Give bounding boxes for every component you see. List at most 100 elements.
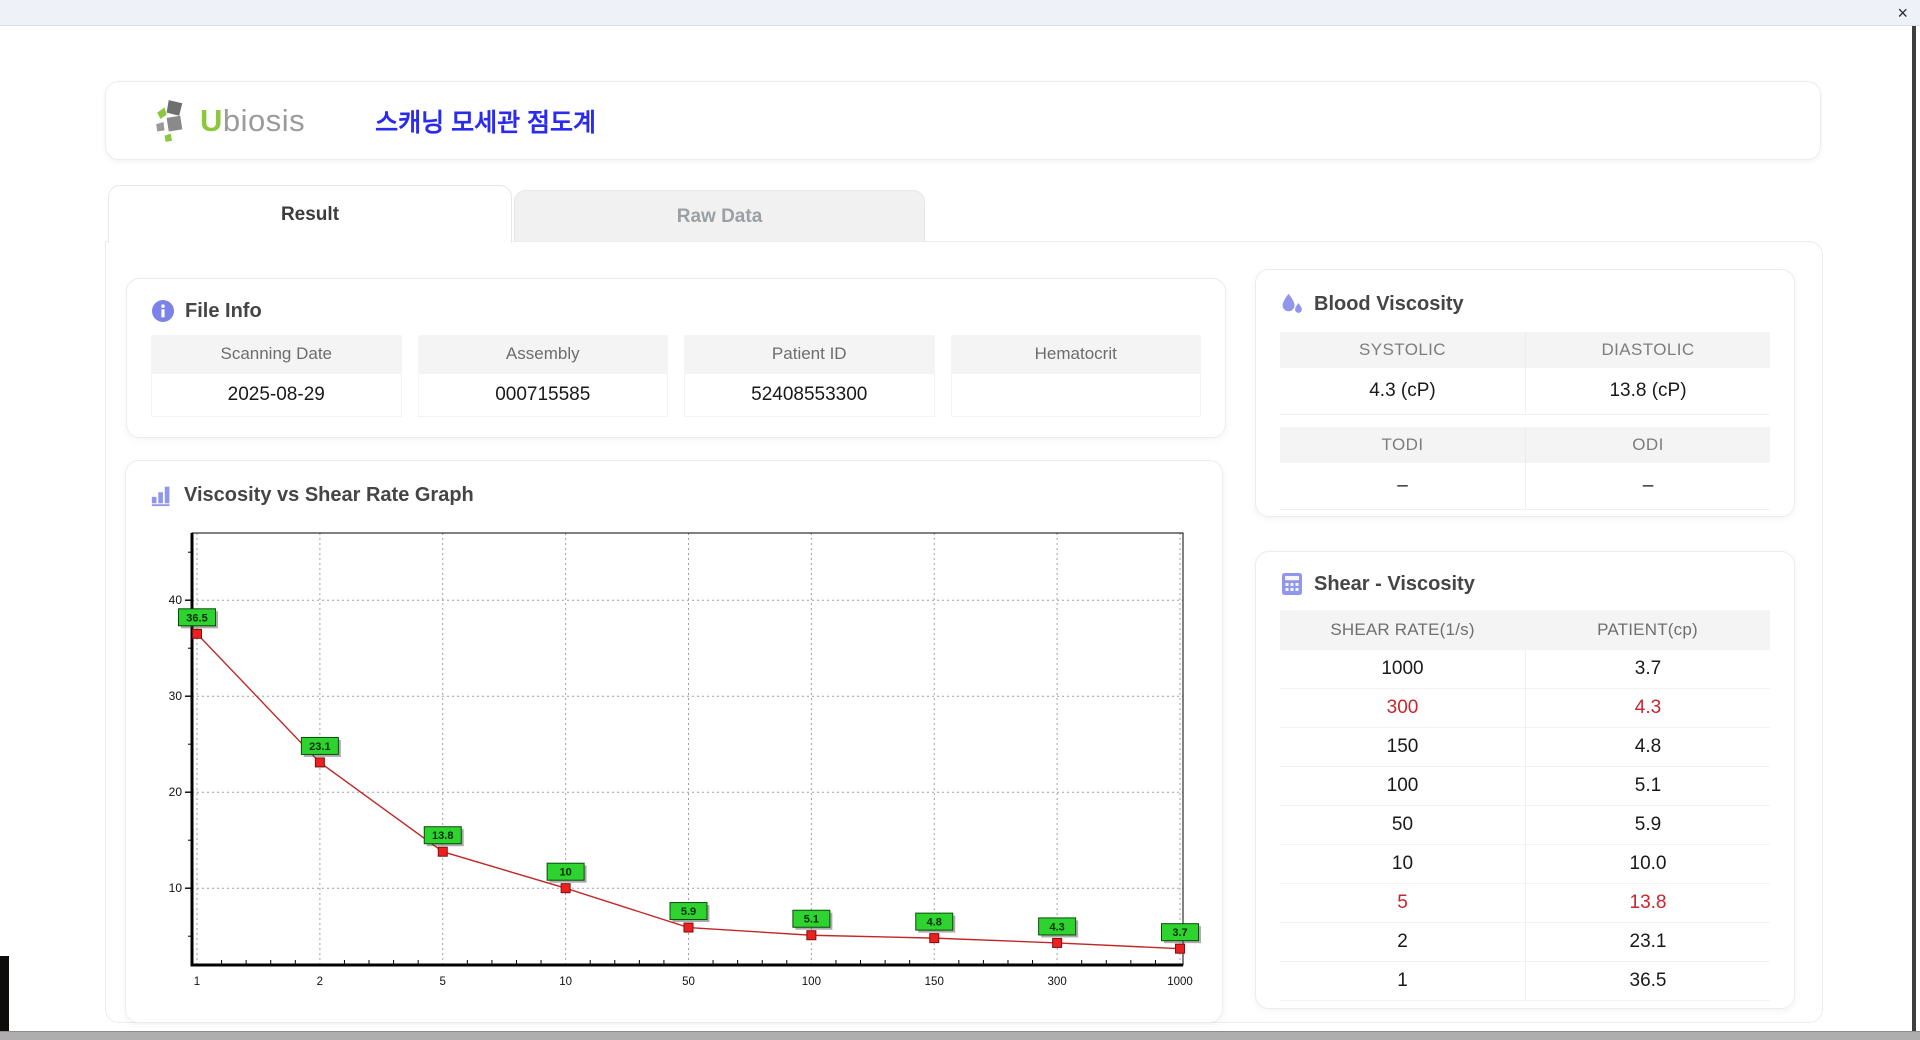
brand-logo: Ubiosis [154, 98, 305, 144]
bv-metric-group: SYSTOLIC DIASTOLIC 4.3 (cP) 13.8 (cP) [1280, 332, 1770, 415]
bv-value-row: – – [1280, 463, 1770, 510]
bv-metric-value: – [1525, 463, 1770, 509]
bv-metric-label: TODI [1381, 435, 1424, 454]
table-row: 1 36.5 [1280, 962, 1770, 1001]
cell-patient: 36.5 [1525, 962, 1770, 1000]
tab-content-panel: File Info Scanning Date 2025-08-29 Assembl… [105, 241, 1823, 1023]
file-info-field: Hematocrit [950, 335, 1201, 417]
svg-text:50: 50 [682, 976, 695, 988]
bv-value-row: 4.3 (cP) 13.8 (cP) [1280, 368, 1770, 415]
app-window: × Ubiosis 스캐닝 모세관 점도계 Result Raw Data Fi… [0, 0, 1920, 1040]
bv-metric-group: TODI ODI – – [1280, 427, 1770, 510]
window-titlebar: × [0, 0, 1920, 26]
cell-patient: 4.3 [1525, 689, 1770, 727]
cell-patient: 10.0 [1525, 845, 1770, 883]
field-label: Hematocrit [950, 335, 1201, 373]
svg-text:100: 100 [802, 976, 821, 988]
cell-shear-rate: 150 [1386, 736, 1419, 757]
field-label: Assembly [417, 335, 668, 373]
window-right-border [1912, 26, 1916, 1031]
svg-text:2: 2 [317, 976, 323, 988]
bv-metric-value: 13.8 (cP) [1525, 368, 1770, 414]
bv-metric-label: DIASTOLIC [1525, 332, 1770, 368]
cell-patient: 23.1 [1525, 923, 1770, 961]
cell-shear-rate: 5 [1397, 892, 1408, 913]
shear-viscosity-title: Shear - Viscosity [1314, 572, 1475, 595]
cell-patient: 5.1 [1525, 767, 1770, 805]
file-info-field: Assembly 000715585 [417, 335, 668, 417]
file-info-fields: Scanning Date 2025-08-29 Assembly 000715585… [151, 335, 1201, 417]
svg-text:10: 10 [560, 867, 572, 879]
field-label: Patient ID [684, 335, 935, 373]
desktop-background-strip [0, 956, 9, 1031]
svg-text:4.8: 4.8 [927, 917, 942, 929]
svg-text:36.5: 36.5 [186, 612, 207, 624]
cell-shear-rate: 1000 [1381, 658, 1424, 679]
info-icon [152, 300, 174, 322]
table-row: 5 13.8 [1280, 884, 1770, 923]
cell-shear-rate: 100 [1386, 775, 1419, 796]
ubiosis-logo-icon [156, 99, 183, 142]
bv-header-row: TODI ODI [1280, 427, 1770, 463]
table-row: 300 4.3 [1280, 689, 1770, 728]
bv-metric-value: – [1397, 475, 1408, 496]
field-value [950, 373, 1201, 417]
table-header-cell: PATIENT(cp) [1597, 620, 1698, 639]
graph-card: Viscosity vs Shear Rate Graph 10 20 30 40 1 2… [125, 460, 1223, 1023]
field-label: Scanning Date [151, 335, 402, 373]
table-row: 100 5.1 [1280, 767, 1770, 806]
svg-text:5.9: 5.9 [681, 906, 696, 918]
graph-title: Viscosity vs Shear Rate Graph [184, 483, 474, 506]
svg-text:30: 30 [169, 689, 183, 703]
table-header-cell: SHEAR RATE(1/s) [1330, 620, 1475, 639]
cell-shear-rate: 300 [1386, 697, 1419, 718]
svg-text:4.3: 4.3 [1049, 921, 1064, 933]
table-header-row: SHEAR RATE(1/s) PATIENT(cp) [1280, 610, 1770, 650]
svg-text:3.7: 3.7 [1172, 927, 1187, 939]
calculator-icon [1282, 573, 1302, 595]
cell-shear-rate: 2 [1397, 931, 1408, 952]
svg-text:10: 10 [169, 881, 183, 895]
brand-text: Ubiosis [200, 102, 306, 138]
file-info-title: File Info [185, 299, 262, 322]
cell-patient: 13.8 [1525, 884, 1770, 922]
svg-text:1000: 1000 [1167, 976, 1193, 988]
app-header: Ubiosis 스캐닝 모세관 점도계 [105, 81, 1821, 160]
shear-viscosity-table: SHEAR RATE(1/s) PATIENT(cp) 1000 3.7 300 4.3 1… [1280, 610, 1770, 1001]
svg-text:13.8: 13.8 [432, 830, 453, 842]
bv-header-row: SYSTOLIC DIASTOLIC [1280, 332, 1770, 368]
field-value: 52408553300 [684, 373, 935, 417]
cell-patient: 4.8 [1525, 728, 1770, 766]
cell-shear-rate: 50 [1391, 814, 1414, 835]
table-row: 50 5.9 [1280, 806, 1770, 845]
svg-text:20: 20 [169, 785, 183, 799]
window-close-button[interactable]: × [1897, 1, 1908, 25]
svg-text:23.1: 23.1 [309, 741, 330, 753]
svg-text:5.1: 5.1 [804, 914, 819, 926]
field-value: 000715585 [417, 373, 668, 417]
file-info-field: Scanning Date 2025-08-29 [151, 335, 402, 417]
table-row: 1000 3.7 [1280, 650, 1770, 689]
svg-text:1: 1 [194, 976, 200, 988]
tab-result[interactable]: Result [108, 185, 512, 243]
svg-text:300: 300 [1048, 976, 1067, 988]
app-subtitle: 스캐닝 모세관 점도계 [375, 108, 597, 137]
bar-chart-icon [151, 486, 170, 507]
blood-viscosity-card: Blood Viscosity SYSTOLIC DIASTOLIC 4.3 (cP… [1255, 269, 1795, 517]
viscosity-chart: 10 20 30 40 1 2 5 10 50 100 150 300 1000 36.5 23.1 13.8… [169, 532, 1201, 988]
bv-metric-label: SYSTOLIC [1359, 340, 1446, 359]
file-info-card: File Info Scanning Date 2025-08-29 Assembl… [126, 278, 1226, 438]
cell-shear-rate: 10 [1391, 853, 1414, 874]
file-info-field: Patient ID 52408553300 [684, 335, 935, 417]
cell-patient: 5.9 [1525, 806, 1770, 844]
tab-raw-data[interactable]: Raw Data [514, 190, 925, 242]
svg-text:150: 150 [925, 976, 944, 988]
cell-patient: 3.7 [1525, 650, 1770, 688]
field-value: 2025-08-29 [151, 373, 402, 417]
bv-metric-value: 4.3 (cP) [1369, 380, 1436, 401]
shear-viscosity-card: Shear - Viscosity SHEAR RATE(1/s) PATIENT… [1255, 551, 1795, 1009]
table-row: 2 23.1 [1280, 923, 1770, 962]
table-row: 150 4.8 [1280, 728, 1770, 767]
svg-text:40: 40 [169, 593, 183, 607]
taskbar-strip [0, 1031, 1920, 1040]
